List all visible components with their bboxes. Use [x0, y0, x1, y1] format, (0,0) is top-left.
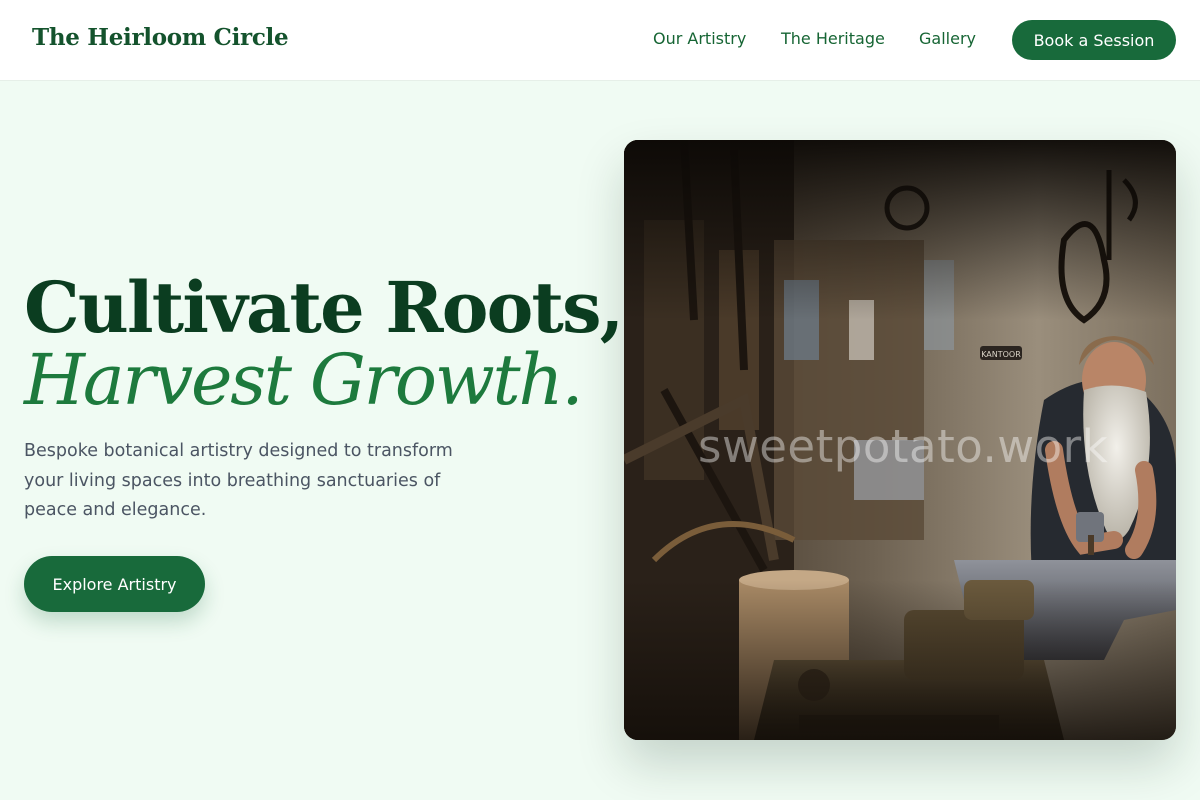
book-session-button[interactable]: Book a Session: [1012, 20, 1176, 60]
nav-link-gallery[interactable]: Gallery: [919, 29, 976, 48]
site-header: The Heirloom Circle Our Artistry The Her…: [0, 0, 1200, 81]
image-watermark: sweetpotato.work: [698, 420, 1109, 473]
hero-title-line-2: Harvest Growth.: [24, 339, 584, 421]
workshop-sign-text: KANTOOR: [981, 350, 1021, 359]
brand-logo[interactable]: The Heirloom Circle: [32, 24, 289, 51]
nav-link-the-heritage[interactable]: The Heritage: [781, 29, 885, 48]
nav-link-our-artistry[interactable]: Our Artistry: [653, 29, 746, 48]
hero-photo: KANTOOR sweetpotato.work: [624, 140, 1176, 740]
hero-description: Bespoke botanical artistry designed to t…: [24, 441, 453, 520]
hero-title-line-1: Cultivate Roots,: [24, 266, 624, 349]
explore-artistry-button[interactable]: Explore Artistry: [24, 556, 205, 612]
